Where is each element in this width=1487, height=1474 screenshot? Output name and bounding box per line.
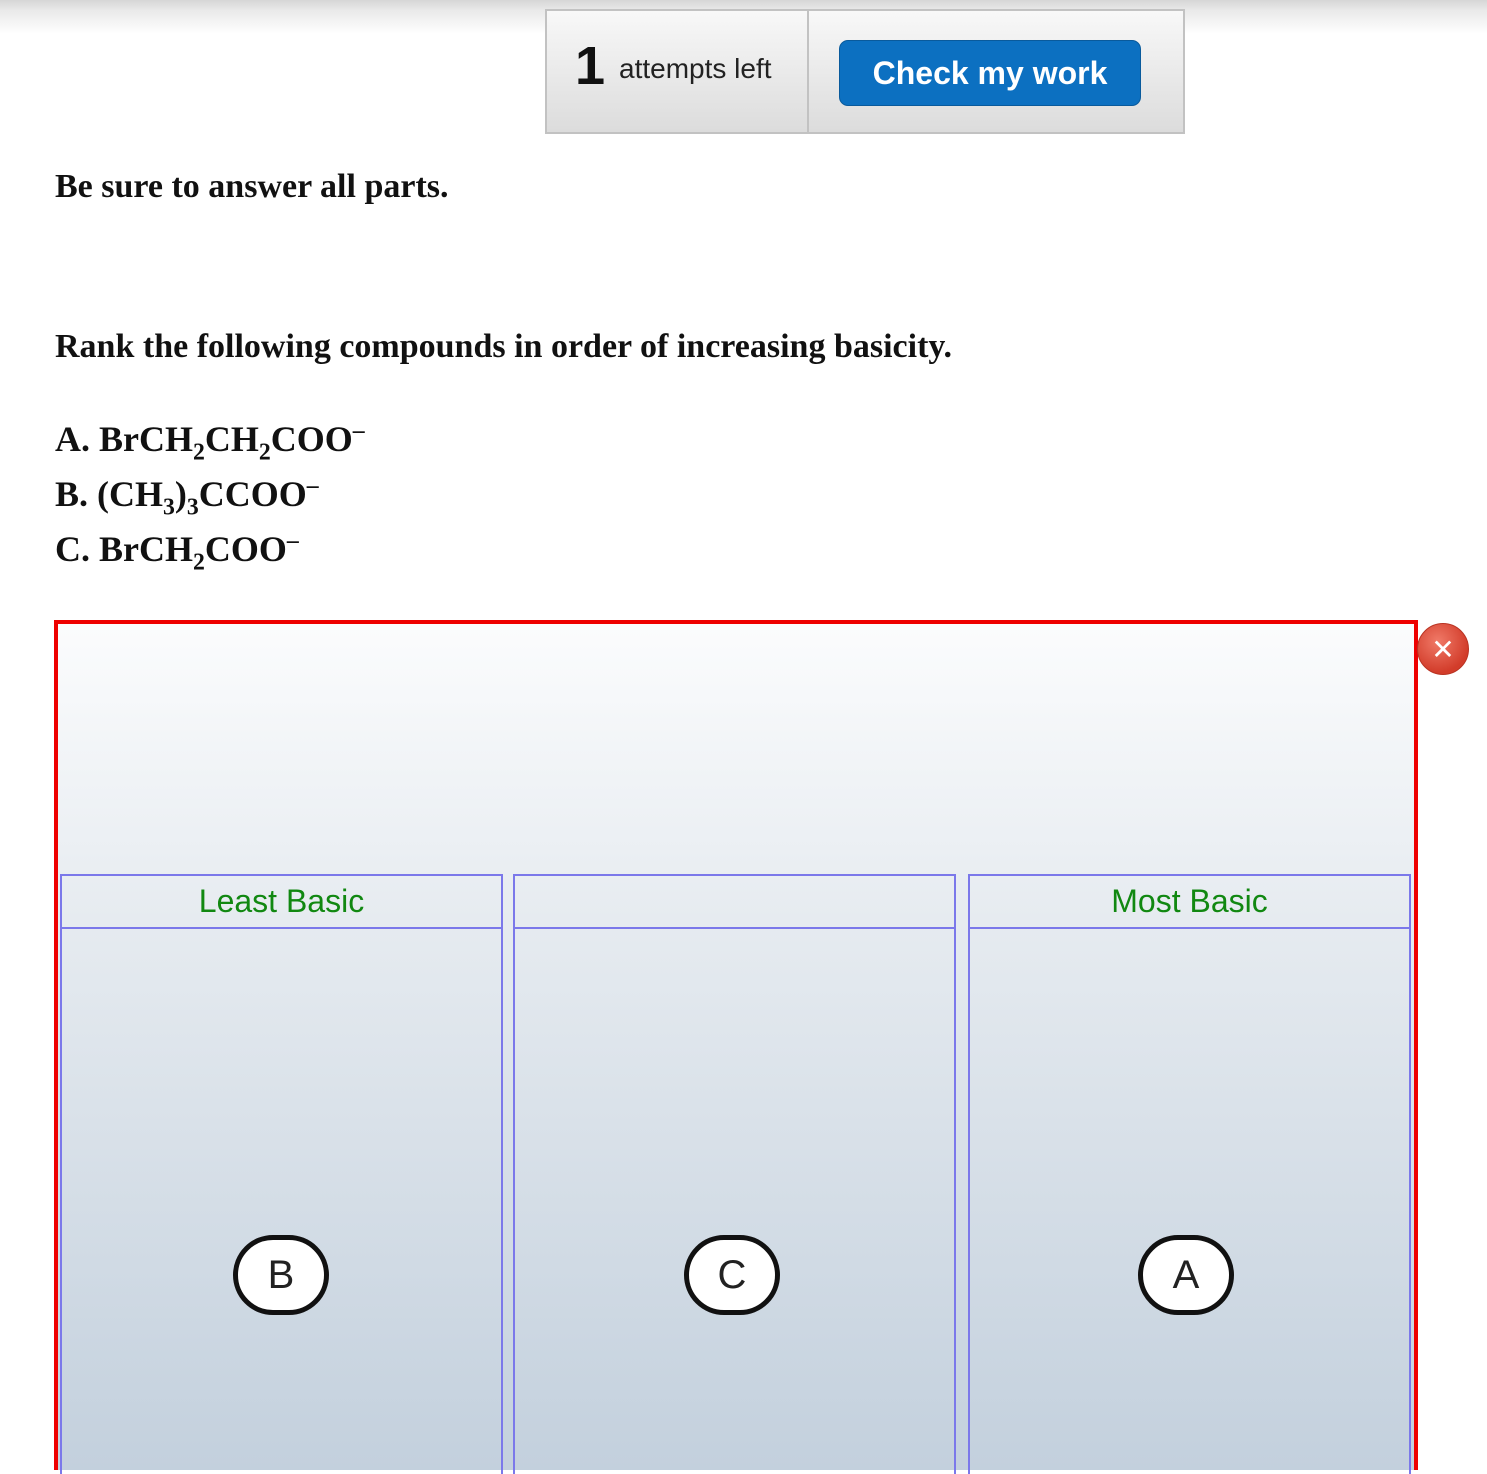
formula-part: BrCH: [99, 529, 193, 569]
formula-subscript: 3: [163, 494, 175, 521]
formula-part: COO: [270, 419, 353, 459]
formula-part: ): [174, 474, 187, 514]
formula-charge: –: [306, 472, 319, 499]
formula-part: BrCH: [99, 419, 193, 459]
draggable-item-a[interactable]: A: [1138, 1235, 1234, 1315]
close-icon[interactable]: ✕: [1417, 623, 1469, 675]
column-header: Least Basic: [62, 876, 501, 929]
compound-a: A. BrCH2CH2COO–: [55, 417, 365, 464]
formula-subscript: 2: [193, 439, 205, 466]
formula-charge: –: [286, 527, 299, 554]
question-text: Rank the following compounds in order of…: [55, 328, 953, 365]
compound-label: C.: [55, 529, 90, 569]
formula-part: (CH: [97, 474, 164, 514]
compound-b: B. (CH3)3CCOO–: [55, 472, 319, 519]
formula-subscript: 3: [186, 494, 199, 521]
check-panel: Check my work: [809, 9, 1185, 134]
draggable-item-c[interactable]: C: [684, 1235, 780, 1315]
compound-c: C. BrCH2COO–: [55, 527, 299, 574]
formula-part: COO: [204, 529, 287, 569]
rank-column-middle[interactable]: C: [513, 874, 956, 1474]
ranking-panel: Least Basic B C Most Basic A: [54, 620, 1418, 1474]
column-header: Most Basic: [970, 876, 1409, 929]
rank-column-most-basic[interactable]: Most Basic A: [968, 874, 1411, 1474]
formula-subscript: 2: [193, 549, 205, 576]
compound-label: B.: [55, 474, 89, 514]
check-my-work-button[interactable]: Check my work: [839, 40, 1141, 106]
rank-column-least-basic[interactable]: Least Basic B: [60, 874, 503, 1474]
compound-label: A.: [55, 419, 90, 459]
formula-part: CH: [204, 419, 259, 459]
instructions-text: Be sure to answer all parts.: [55, 168, 449, 205]
attempts-label: attempts left: [619, 53, 772, 84]
attempts-panel: 1 attempts left: [545, 9, 809, 134]
attempts-count: 1: [575, 36, 606, 96]
formula-subscript: 2: [258, 439, 271, 466]
column-header: [515, 876, 954, 929]
formula-part: CCOO: [198, 474, 307, 514]
formula-charge: –: [352, 417, 365, 444]
draggable-item-b[interactable]: B: [233, 1235, 329, 1315]
